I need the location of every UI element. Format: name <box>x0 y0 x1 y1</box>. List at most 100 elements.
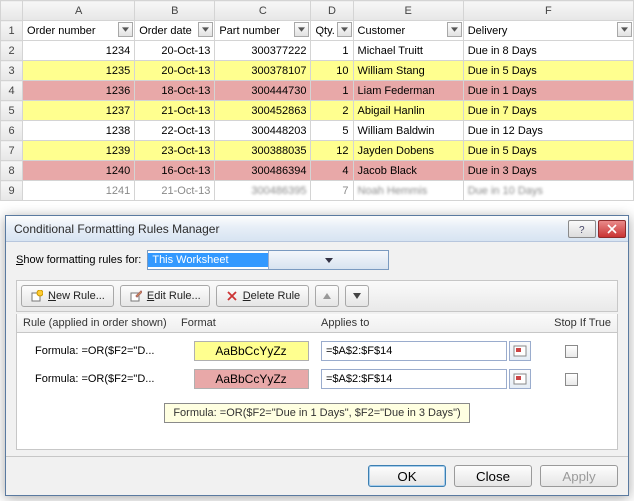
delete-rule-button[interactable]: Delete Rule <box>216 285 310 307</box>
row-header[interactable]: 3 <box>1 61 23 81</box>
cell[interactable]: 300486394 <box>215 161 311 181</box>
col-header-F[interactable]: F <box>463 1 633 21</box>
cell[interactable]: 23-Oct-13 <box>135 141 215 161</box>
cell[interactable]: 300377222 <box>215 41 311 61</box>
range-picker-button[interactable] <box>509 369 531 389</box>
col-header-C[interactable]: C <box>215 1 311 21</box>
col-header-E[interactable]: E <box>353 1 463 21</box>
filter-button[interactable] <box>447 22 462 37</box>
select-all-corner[interactable] <box>1 1 23 21</box>
cell[interactable]: Abigail Hanlin <box>353 101 463 121</box>
new-rule-button[interactable]: New Rule... <box>21 285 114 307</box>
cell[interactable]: 1238 <box>23 121 135 141</box>
table-row[interactable]: 5123721-Oct-133004528632Abigail HanlinDu… <box>1 101 634 121</box>
cell[interactable]: Due in 12 Days <box>463 121 633 141</box>
cell[interactable]: 20-Oct-13 <box>135 61 215 81</box>
cell[interactable]: 1240 <box>23 161 135 181</box>
cell[interactable]: Jacob Black <box>353 161 463 181</box>
cell[interactable]: Liam Federman <box>353 81 463 101</box>
cell[interactable]: 1239 <box>23 141 135 161</box>
applies-to-input[interactable] <box>321 369 507 389</box>
cell[interactable]: 300448203 <box>215 121 311 141</box>
cell[interactable]: 1 <box>311 41 353 61</box>
cell[interactable]: 5 <box>311 121 353 141</box>
table-row[interactable]: 8124016-Oct-133004863944Jacob BlackDue i… <box>1 161 634 181</box>
edit-rule-button[interactable]: Edit Rule... <box>120 285 210 307</box>
filter-button[interactable] <box>198 22 213 37</box>
stop-if-true-checkbox[interactable] <box>565 345 578 358</box>
filter-button[interactable] <box>294 22 309 37</box>
cell[interactable]: Noah Hemmis <box>353 181 463 201</box>
table-row[interactable]: 9124121-Oct-133004863957Noah HemmisDue i… <box>1 181 634 201</box>
ok-button[interactable]: OK <box>368 465 446 487</box>
cell[interactable]: 300378107 <box>215 61 311 81</box>
cell[interactable]: 18-Oct-13 <box>135 81 215 101</box>
filter-button[interactable] <box>337 22 352 37</box>
cell[interactable]: 7 <box>311 181 353 201</box>
row-header[interactable]: 6 <box>1 121 23 141</box>
close-button[interactable]: Close <box>454 465 532 487</box>
cell[interactable]: 20-Oct-13 <box>135 41 215 61</box>
rule-row[interactable]: Formula: =OR($F2="D...AaBbCcYyZz <box>17 365 617 393</box>
cell[interactable]: Jayden Dobens <box>353 141 463 161</box>
rules-list[interactable]: Formula: =OR($F2="D...AaBbCcYyZzFormula:… <box>16 333 618 450</box>
cell[interactable]: 300486395 <box>215 181 311 201</box>
header-order-date[interactable]: Order date <box>135 21 215 41</box>
cell[interactable]: William Stang <box>353 61 463 81</box>
cell[interactable]: Due in 1 Days <box>463 81 633 101</box>
cell[interactable]: 300444730 <box>215 81 311 101</box>
filter-button[interactable] <box>118 22 133 37</box>
cell[interactable]: William Baldwin <box>353 121 463 141</box>
header-customer[interactable]: Customer <box>353 21 463 41</box>
move-up-button[interactable] <box>315 285 339 307</box>
cell[interactable]: Due in 5 Days <box>463 141 633 161</box>
cell[interactable]: Due in 7 Days <box>463 101 633 121</box>
header-order-number[interactable]: Order number <box>23 21 135 41</box>
cell[interactable]: 4 <box>311 161 353 181</box>
row-header[interactable]: 5 <box>1 101 23 121</box>
rule-row[interactable]: Formula: =OR($F2="D...AaBbCcYyZz <box>17 337 617 365</box>
table-row[interactable]: 6123822-Oct-133004482035William BaldwinD… <box>1 121 634 141</box>
cell[interactable]: Due in 5 Days <box>463 61 633 81</box>
header-qty[interactable]: Qty. <box>311 21 353 41</box>
header-part-number[interactable]: Part number <box>215 21 311 41</box>
move-down-button[interactable] <box>345 285 369 307</box>
col-header-A[interactable]: A <box>23 1 135 21</box>
cell[interactable]: 1234 <box>23 41 135 61</box>
table-row[interactable]: 3123520-Oct-1330037810710William StangDu… <box>1 61 634 81</box>
cell[interactable]: 1235 <box>23 61 135 81</box>
cell[interactable]: 1236 <box>23 81 135 101</box>
cell[interactable]: 1237 <box>23 101 135 121</box>
row-header[interactable]: 4 <box>1 81 23 101</box>
cell[interactable]: 1241 <box>23 181 135 201</box>
header-delivery[interactable]: Delivery <box>463 21 633 41</box>
dialog-titlebar[interactable]: Conditional Formatting Rules Manager ? <box>6 216 628 242</box>
cell[interactable]: Due in 10 Days <box>463 181 633 201</box>
cell[interactable]: 300388035 <box>215 141 311 161</box>
table-row[interactable]: 4123618-Oct-133004447301Liam FedermanDue… <box>1 81 634 101</box>
scope-combo[interactable]: This Worksheet <box>147 250 389 270</box>
row-header[interactable]: 8 <box>1 161 23 181</box>
cell[interactable]: 21-Oct-13 <box>135 101 215 121</box>
help-button[interactable]: ? <box>568 220 596 238</box>
row-header[interactable]: 2 <box>1 41 23 61</box>
cell[interactable]: 10 <box>311 61 353 81</box>
applies-to-input[interactable] <box>321 341 507 361</box>
cell[interactable]: 300452863 <box>215 101 311 121</box>
range-picker-button[interactable] <box>509 341 531 361</box>
table-row[interactable]: 2123420-Oct-133003772221Michael TruittDu… <box>1 41 634 61</box>
col-header-D[interactable]: D <box>311 1 353 21</box>
cell[interactable]: 16-Oct-13 <box>135 161 215 181</box>
cell[interactable]: Michael Truitt <box>353 41 463 61</box>
stop-if-true-checkbox[interactable] <box>565 373 578 386</box>
col-header-B[interactable]: B <box>135 1 215 21</box>
spreadsheet-grid[interactable]: A B C D E F 1 Order number Order date Pa… <box>0 0 634 201</box>
cell[interactable]: 12 <box>311 141 353 161</box>
apply-button[interactable]: Apply <box>540 465 618 487</box>
cell[interactable]: Due in 8 Days <box>463 41 633 61</box>
cell[interactable]: 1 <box>311 81 353 101</box>
cell[interactable]: 22-Oct-13 <box>135 121 215 141</box>
row-header[interactable]: 7 <box>1 141 23 161</box>
row-header[interactable]: 1 <box>1 21 23 41</box>
close-window-button[interactable] <box>598 220 626 238</box>
